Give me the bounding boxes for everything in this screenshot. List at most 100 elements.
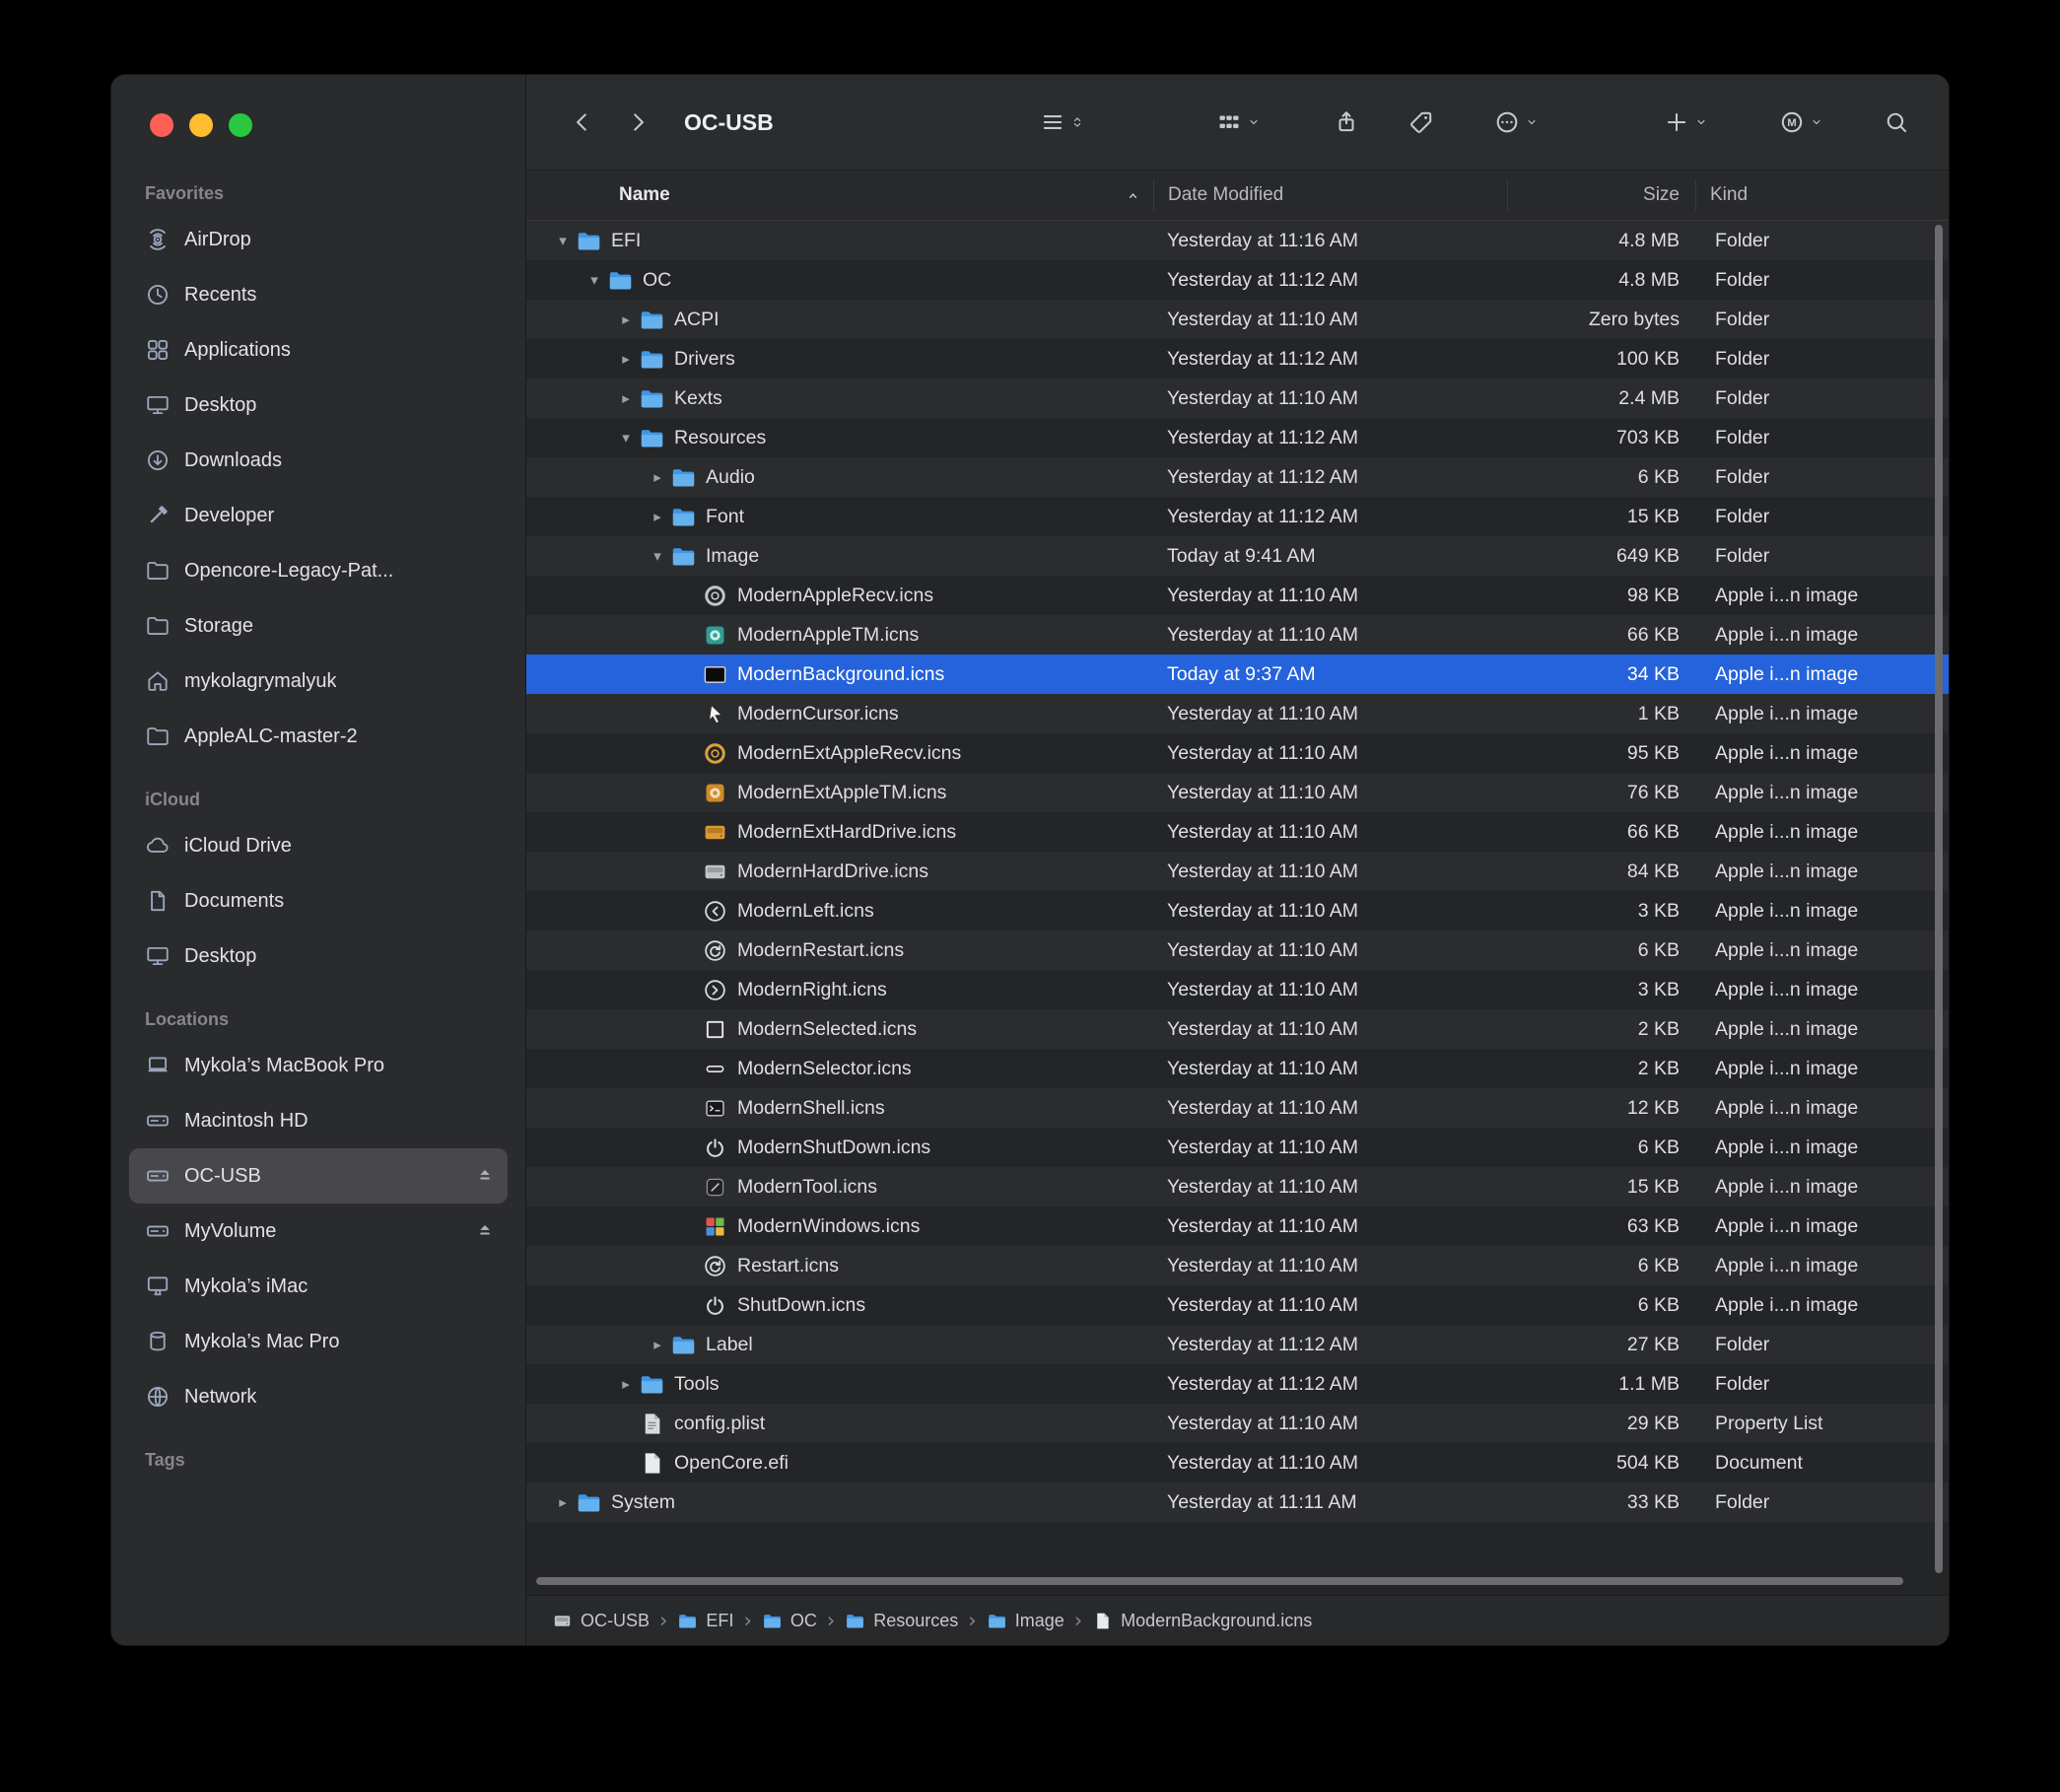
file-row[interactable]: ▸ToolsYesterday at 11:12 AM1.1 MBFolder (526, 1364, 1949, 1404)
file-row[interactable]: ModernWindows.icnsYesterday at 11:10 AM6… (526, 1206, 1949, 1246)
file-row[interactable]: ▸SystemYesterday at 11:11 AM33 KBFolder (526, 1482, 1949, 1522)
path-item-efi[interactable]: EFI (677, 1611, 733, 1631)
disclosure-closed-icon[interactable]: ▸ (645, 468, 670, 486)
path-item-oc[interactable]: OC (762, 1611, 817, 1631)
sidebar-item-airdrop[interactable]: AirDrop (129, 212, 508, 267)
eject-button[interactable] (474, 1220, 496, 1242)
file-row[interactable]: ▾EFIYesterday at 11:16 AM4.8 MBFolder (526, 221, 1949, 260)
drive-orange-icon (702, 819, 728, 846)
sidebar-item-network[interactable]: Network (129, 1369, 508, 1424)
sidebar-item-mykola-s-mac-pro[interactable]: Mykola’s Mac Pro (129, 1314, 508, 1369)
column-header-kind[interactable]: Kind (1695, 179, 1923, 211)
file-row[interactable]: ModernShell.icnsYesterday at 11:10 AM12 … (526, 1088, 1949, 1128)
view-mode-button[interactable] (1040, 109, 1084, 135)
disclosure-closed-icon[interactable]: ▸ (645, 1336, 670, 1353)
file-row[interactable]: ModernSelector.icnsYesterday at 11:10 AM… (526, 1049, 1949, 1088)
column-header-date[interactable]: Date Modified (1153, 179, 1507, 211)
sidebar-item-recents[interactable]: Recents (129, 267, 508, 322)
file-row[interactable]: ▾ImageToday at 9:41 AM649 KBFolder (526, 536, 1949, 576)
file-size: 66 KB (1507, 821, 1695, 844)
file-row[interactable]: ModernTool.icnsYesterday at 11:10 AM15 K… (526, 1167, 1949, 1206)
eject-button[interactable] (474, 1165, 496, 1187)
file-row[interactable]: ModernExtAppleTM.icnsYesterday at 11:10 … (526, 773, 1949, 812)
sidebar-item-storage[interactable]: Storage (129, 598, 508, 654)
sidebar-item-applealc-master-2[interactable]: AppleALC-master-2 (129, 709, 508, 764)
file-row[interactable]: config.plistYesterday at 11:10 AM29 KBPr… (526, 1404, 1949, 1443)
file-row[interactable]: ▾OCYesterday at 11:12 AM4.8 MBFolder (526, 260, 1949, 300)
disclosure-open-icon[interactable]: ▾ (613, 429, 639, 447)
file-row[interactable]: ▾ResourcesYesterday at 11:12 AM703 KBFol… (526, 418, 1949, 457)
path-item-resources[interactable]: Resources (845, 1611, 958, 1631)
sidebar-item-desktop[interactable]: Desktop (129, 929, 508, 984)
close-button[interactable] (150, 113, 173, 137)
file-row[interactable]: ModernRight.icnsYesterday at 11:10 AM3 K… (526, 970, 1949, 1009)
column-header-size[interactable]: Size (1507, 179, 1695, 211)
disclosure-open-icon[interactable]: ▾ (550, 232, 576, 249)
file-row[interactable]: ModernAppleRecv.icnsYesterday at 11:10 A… (526, 576, 1949, 615)
file-row[interactable]: ModernHardDrive.icnsYesterday at 11:10 A… (526, 852, 1949, 891)
path-item-modernbackground-icns[interactable]: ModernBackground.icns (1092, 1611, 1312, 1631)
sidebar-item-myvolume[interactable]: MyVolume (129, 1204, 508, 1259)
sidebar-item-opencore-legacy-pat[interactable]: Opencore-Legacy-Pat... (129, 543, 508, 598)
vertical-scrollbar[interactable] (1935, 225, 1943, 1573)
sidebar-item-macintosh-hd[interactable]: Macintosh HD (129, 1093, 508, 1148)
share-button[interactable] (1334, 109, 1359, 135)
disclosure-closed-icon[interactable]: ▸ (613, 310, 639, 328)
disclosure-closed-icon[interactable]: ▸ (613, 350, 639, 368)
minimize-button[interactable] (189, 113, 213, 137)
file-row[interactable]: ▸DriversYesterday at 11:12 AM100 KBFolde… (526, 339, 1949, 379)
file-row[interactable]: ▸LabelYesterday at 11:12 AM27 KBFolder (526, 1325, 1949, 1364)
file-row[interactable]: ▸ACPIYesterday at 11:10 AMZero bytesFold… (526, 300, 1949, 339)
file-row[interactable]: Restart.icnsYesterday at 11:10 AM6 KBApp… (526, 1246, 1949, 1285)
sidebar-item-desktop[interactable]: Desktop (129, 378, 508, 433)
back-button[interactable] (570, 109, 595, 135)
horizontal-scrollbar[interactable] (536, 1577, 1903, 1585)
disclosure-closed-icon[interactable]: ▸ (613, 389, 639, 407)
file-row[interactable]: ModernSelected.icnsYesterday at 11:10 AM… (526, 1009, 1949, 1049)
file-list: ▾EFIYesterday at 11:16 AM4.8 MBFolder▾OC… (526, 221, 1949, 1595)
file-row[interactable]: ModernBackground.icnsToday at 9:37 AM34 … (526, 655, 1949, 694)
file-row[interactable]: ModernAppleTM.icnsYesterday at 11:10 AM6… (526, 615, 1949, 655)
search-button[interactable] (1884, 109, 1909, 135)
account-button[interactable]: M (1779, 109, 1823, 135)
file-row[interactable]: ModernExtHardDrive.icnsYesterday at 11:1… (526, 812, 1949, 852)
file-kind: Folder (1695, 348, 1923, 371)
more-actions-button[interactable] (1494, 109, 1539, 135)
file-row[interactable]: OpenCore.efiYesterday at 11:10 AM504 KBD… (526, 1443, 1949, 1482)
sidebar-item-documents[interactable]: Documents (129, 873, 508, 929)
file-row[interactable]: ModernRestart.icnsYesterday at 11:10 AM6… (526, 930, 1949, 970)
file-row[interactable]: ModernExtAppleRecv.icnsYesterday at 11:1… (526, 733, 1949, 773)
file-row[interactable]: ▸AudioYesterday at 11:12 AM6 KBFolder (526, 457, 1949, 497)
file-row[interactable]: ▸KextsYesterday at 11:10 AM2.4 MBFolder (526, 379, 1949, 418)
path-item-oc-usb[interactable]: OC-USB (552, 1611, 650, 1631)
drive-side-icon (145, 1163, 171, 1189)
new-folder-button[interactable] (1664, 109, 1708, 135)
path-item-label: EFI (706, 1611, 733, 1631)
zoom-button[interactable] (229, 113, 252, 137)
tags-button[interactable] (1408, 109, 1434, 135)
sidebar-item-icloud-drive[interactable]: iCloud Drive (129, 818, 508, 873)
disclosure-closed-icon[interactable]: ▸ (613, 1375, 639, 1393)
disclosure-closed-icon[interactable]: ▸ (645, 508, 670, 525)
disclosure-closed-icon[interactable]: ▸ (550, 1493, 576, 1511)
group-by-button[interactable] (1216, 109, 1261, 135)
file-row[interactable]: ModernShutDown.icnsYesterday at 11:10 AM… (526, 1128, 1949, 1167)
sidebar-item-mykola-s-macbook-pro[interactable]: Mykola’s MacBook Pro (129, 1038, 508, 1093)
indent-spacer (550, 990, 676, 991)
sidebar-item-downloads[interactable]: Downloads (129, 433, 508, 488)
forward-button[interactable] (625, 109, 651, 135)
path-item-image[interactable]: Image (987, 1611, 1064, 1631)
file-row[interactable]: ShutDown.icnsYesterday at 11:10 AM6 KBAp… (526, 1285, 1949, 1325)
file-row[interactable]: ModernCursor.icnsYesterday at 11:10 AM1 … (526, 694, 1949, 733)
file-row[interactable]: ModernLeft.icnsYesterday at 11:10 AM3 KB… (526, 891, 1949, 930)
file-row[interactable]: ▸FontYesterday at 11:12 AM15 KBFolder (526, 497, 1949, 536)
disclosure-open-icon[interactable]: ▾ (645, 547, 670, 565)
disclosure-open-icon[interactable]: ▾ (582, 271, 607, 289)
sidebar-item-mykola-s-imac[interactable]: Mykola’s iMac (129, 1259, 508, 1314)
sidebar-item-oc-usb[interactable]: OC-USB (129, 1148, 508, 1204)
column-header-name[interactable]: Name (526, 179, 1153, 211)
sidebar-item-applications[interactable]: Applications (129, 322, 508, 378)
file-size: 15 KB (1507, 506, 1695, 528)
sidebar-item-developer[interactable]: Developer (129, 488, 508, 543)
sidebar-item-mykolagrymalyuk[interactable]: mykolagrymalyuk (129, 654, 508, 709)
